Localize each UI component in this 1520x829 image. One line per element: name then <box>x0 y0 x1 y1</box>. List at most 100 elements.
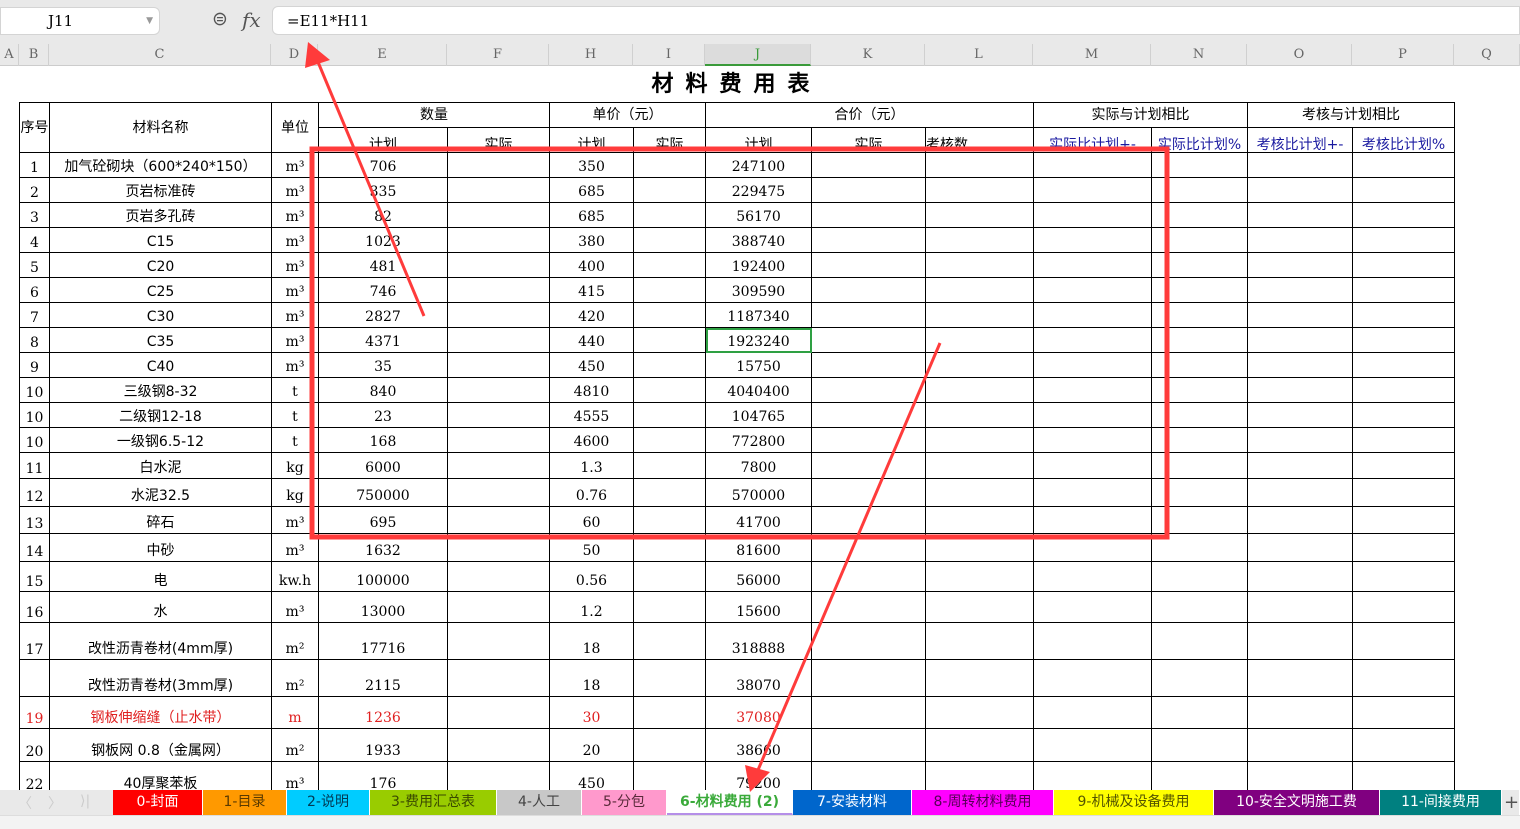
price-plan[interactable]: 0.56 <box>549 561 634 592</box>
total-plan[interactable]: 15750 <box>705 352 812 378</box>
empty-cell[interactable] <box>811 152 926 178</box>
unit[interactable]: m² <box>271 728 319 762</box>
empty-cell[interactable] <box>1033 252 1153 278</box>
total-plan[interactable]: 388740 <box>705 227 812 253</box>
price-plan[interactable]: 20 <box>549 728 634 762</box>
empty-cell[interactable] <box>1033 277 1153 303</box>
empty-cell[interactable] <box>1033 177 1153 203</box>
empty-cell[interactable] <box>811 252 926 278</box>
qty-actual[interactable] <box>447 352 550 378</box>
row-seq[interactable]: 3 <box>19 202 50 228</box>
qty-actual[interactable] <box>447 696 550 729</box>
material-name[interactable]: C40 <box>49 352 272 378</box>
price-plan[interactable]: 415 <box>549 277 634 303</box>
empty-cell[interactable] <box>924 478 1035 507</box>
qty-actual[interactable] <box>447 659 550 697</box>
empty-cell[interactable] <box>1247 561 1354 592</box>
empty-cell[interactable] <box>1151 591 1249 623</box>
row-seq[interactable]: 4 <box>19 227 50 253</box>
price-plan[interactable]: 380 <box>549 227 634 253</box>
empty-cell[interactable] <box>1352 177 1456 203</box>
material-name[interactable]: 一级钢6.5-12 <box>49 427 272 453</box>
column-header-P[interactable]: P <box>1352 44 1454 66</box>
unit[interactable]: kw.h <box>271 561 319 592</box>
empty-cell[interactable] <box>811 277 926 303</box>
unit[interactable]: kg <box>271 452 319 479</box>
empty-cell[interactable] <box>1352 402 1456 428</box>
qty-plan[interactable]: 4371 <box>318 327 448 353</box>
material-name[interactable]: C20 <box>49 252 272 278</box>
empty-cell[interactable] <box>1033 402 1153 428</box>
empty-cell[interactable] <box>924 327 1035 353</box>
empty-cell[interactable] <box>1352 227 1456 253</box>
qty-actual[interactable] <box>447 561 550 592</box>
empty-cell[interactable] <box>1033 377 1153 403</box>
total-plan[interactable]: 38660 <box>705 728 812 762</box>
sheet-tab-6[interactable]: 6-材料费用 (2) <box>667 790 793 815</box>
price-plan[interactable]: 60 <box>549 506 634 534</box>
zoom-icon[interactable]: ⊜ <box>212 8 228 30</box>
empty-cell[interactable] <box>1033 561 1153 592</box>
empty-cell[interactable] <box>1247 478 1354 507</box>
qty-actual[interactable] <box>447 302 550 328</box>
material-name[interactable]: 页岩多孔砖 <box>49 202 272 228</box>
price-plan[interactable]: 685 <box>549 202 634 228</box>
unit[interactable]: m³ <box>271 277 319 303</box>
empty-cell[interactable] <box>1352 506 1456 534</box>
qty-actual[interactable] <box>447 533 550 562</box>
empty-cell[interactable] <box>1151 327 1249 353</box>
unit[interactable]: m² <box>271 622 319 660</box>
empty-cell[interactable] <box>1352 277 1456 303</box>
qty-actual[interactable] <box>447 277 550 303</box>
material-name[interactable]: 加气砼砌块（600*240*150） <box>49 152 272 178</box>
price-actual[interactable] <box>633 302 706 328</box>
empty-cell[interactable] <box>924 533 1035 562</box>
empty-cell[interactable] <box>1352 533 1456 562</box>
sheet-tab-0[interactable]: 0-封面 <box>113 790 203 815</box>
material-name[interactable]: 钢板伸缩缝（止水带） <box>49 696 272 729</box>
empty-cell[interactable] <box>1352 302 1456 328</box>
qty-plan[interactable]: 750000 <box>318 478 448 507</box>
row-seq[interactable]: 10 <box>19 402 50 428</box>
sheet-tab-2[interactable]: 2-说明 <box>287 790 370 815</box>
empty-cell[interactable] <box>1352 152 1456 178</box>
empty-cell[interactable] <box>1033 728 1153 762</box>
price-actual[interactable] <box>633 728 706 762</box>
material-name[interactable]: 中砂 <box>49 533 272 562</box>
price-actual[interactable] <box>633 152 706 178</box>
row-seq[interactable]: 10 <box>19 377 50 403</box>
column-header-I[interactable]: I <box>633 44 705 66</box>
sheet-tab-11[interactable]: 11-间接费用 <box>1380 790 1502 815</box>
dropdown-arrow-icon[interactable]: ▼ <box>146 8 153 34</box>
total-plan[interactable]: 56170 <box>705 202 812 228</box>
empty-cell[interactable] <box>1352 728 1456 762</box>
row-seq[interactable]: 13 <box>19 506 50 534</box>
sheet-tab-5[interactable]: 5-分包 <box>582 790 667 815</box>
empty-cell[interactable] <box>1151 152 1249 178</box>
empty-cell[interactable] <box>1033 202 1153 228</box>
total-plan[interactable]: 41700 <box>705 506 812 534</box>
total-plan[interactable]: 37080 <box>705 696 812 729</box>
row-seq[interactable]: 2 <box>19 177 50 203</box>
empty-cell[interactable] <box>1352 377 1456 403</box>
prev-sheet-icon[interactable]: 〈 <box>18 793 32 813</box>
empty-cell[interactable] <box>811 533 926 562</box>
qty-plan[interactable]: 1236 <box>318 696 448 729</box>
unit[interactable]: t <box>271 377 319 403</box>
total-plan[interactable]: 318888 <box>705 622 812 660</box>
empty-cell[interactable] <box>924 506 1035 534</box>
empty-cell[interactable] <box>811 352 926 378</box>
qty-plan[interactable]: 17716 <box>318 622 448 660</box>
total-plan[interactable]: 7800 <box>705 452 812 479</box>
empty-cell[interactable] <box>1033 352 1153 378</box>
row-seq[interactable]: 15 <box>19 561 50 592</box>
empty-cell[interactable] <box>811 478 926 507</box>
column-header-J[interactable]: J <box>705 44 811 66</box>
price-plan[interactable]: 450 <box>549 352 634 378</box>
empty-cell[interactable] <box>1247 402 1354 428</box>
column-header-L[interactable]: L <box>925 44 1033 66</box>
empty-cell[interactable] <box>1352 202 1456 228</box>
sheet-tab-9[interactable]: 9-机械及设备费用 <box>1054 790 1214 815</box>
column-header-C[interactable]: C <box>49 44 271 66</box>
empty-cell[interactable] <box>924 427 1035 453</box>
